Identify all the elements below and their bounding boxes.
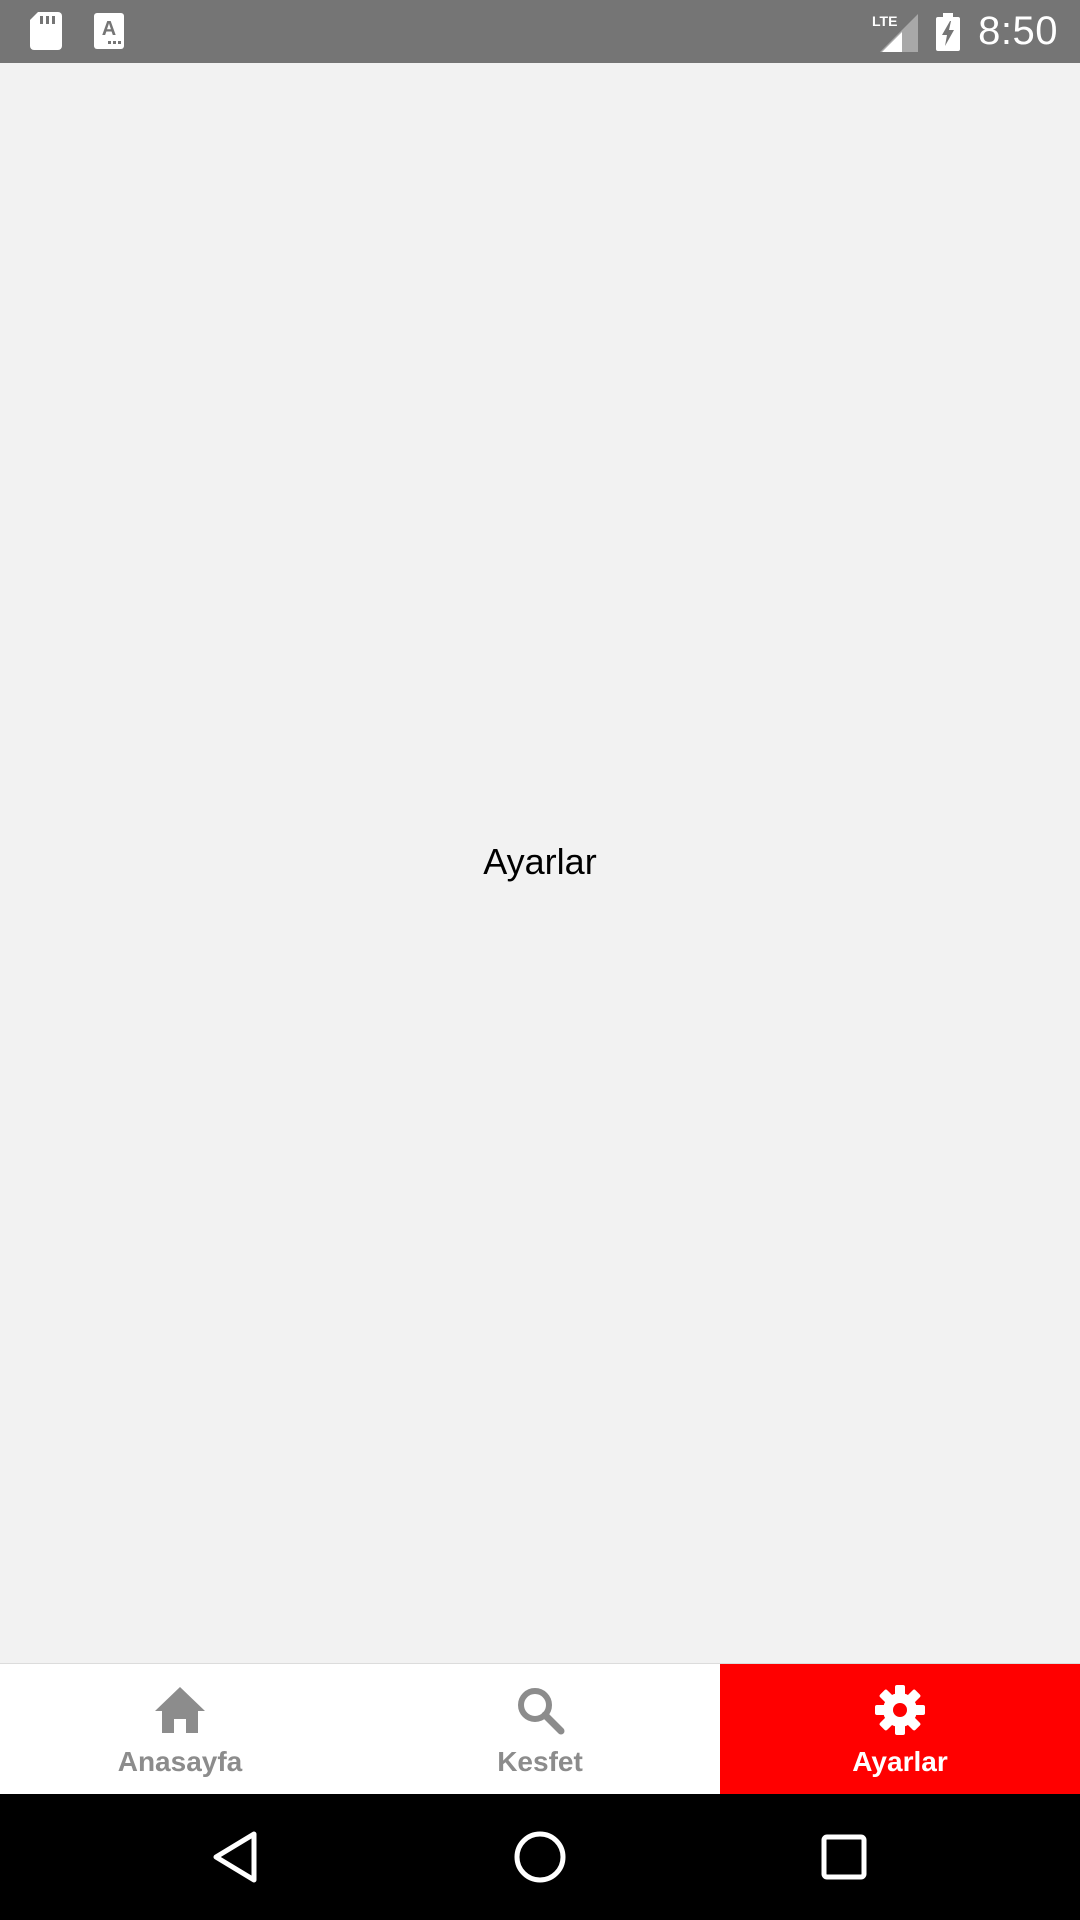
recents-icon[interactable]	[814, 1827, 874, 1887]
home-icon	[150, 1680, 210, 1740]
home-circle-icon[interactable]	[510, 1827, 570, 1887]
tab-label: Anasayfa	[117, 1746, 243, 1777]
back-icon[interactable]	[205, 1827, 265, 1887]
status-bar: A LTE 8:50	[0, 0, 1080, 63]
lte-signal-icon: LTE	[872, 12, 919, 52]
battery-charging-icon	[936, 12, 961, 51]
bottom-navigation: Anasayfa Kesfet Ayarlar	[0, 1663, 1080, 1795]
main-content: Ayarlar	[0, 63, 1080, 1663]
svg-text:A: A	[102, 18, 116, 40]
page-title: Ayarlar	[483, 841, 597, 882]
search-icon	[510, 1680, 570, 1740]
status-system-icons: LTE 8:50	[872, 0, 1058, 63]
status-time: 8:50	[978, 9, 1058, 53]
svg-text:LTE: LTE	[872, 13, 897, 29]
text-a-icon: A	[94, 13, 124, 49]
tab-kesfet[interactable]: Kesfet	[360, 1664, 720, 1795]
system-navigation-bar	[0, 1794, 1080, 1920]
tab-label: Ayarlar	[852, 1746, 948, 1777]
tab-anasayfa[interactable]: Anasayfa	[0, 1664, 360, 1795]
tab-label: Kesfet	[497, 1746, 583, 1777]
tab-ayarlar[interactable]: Ayarlar	[720, 1664, 1080, 1795]
gear-icon	[870, 1680, 930, 1740]
status-notifications: A	[30, 12, 124, 50]
sd-card-icon	[30, 12, 62, 50]
